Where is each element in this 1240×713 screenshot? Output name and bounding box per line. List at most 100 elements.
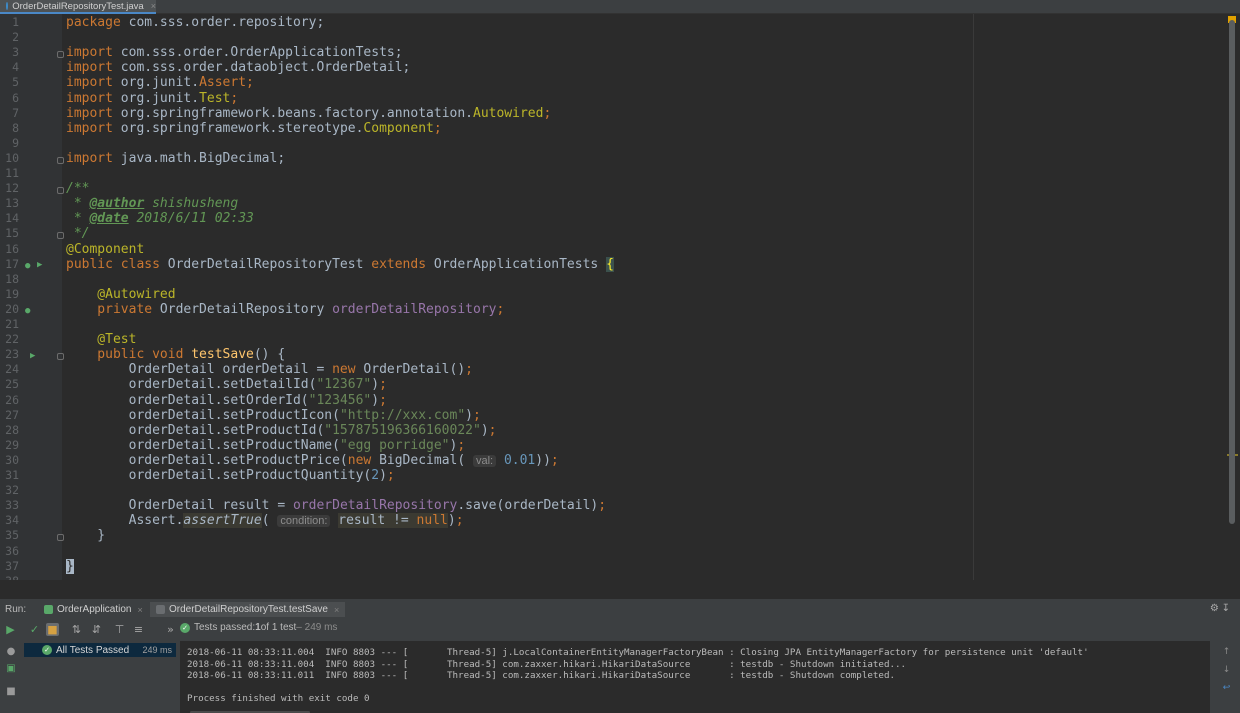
parameter-hint: val:: [473, 455, 497, 467]
fold-marker[interactable]: [57, 187, 64, 194]
run-tab-label: OrderApplication: [57, 604, 132, 615]
line-number: 3: [12, 45, 19, 59]
run-icon[interactable]: ▶: [4, 623, 17, 636]
line-number: 1: [12, 15, 19, 29]
code-token: ;: [433, 121, 442, 136]
close-icon[interactable]: ×: [334, 605, 339, 615]
code-token: ;: [543, 106, 552, 121]
import-tests-icon[interactable]: ▣: [5, 663, 17, 674]
run-tab-order-application[interactable]: OrderApplication ×: [38, 602, 149, 617]
tree-item-all-tests[interactable]: ✓ All Tests Passed 249 ms: [24, 643, 176, 657]
code-token: ;: [465, 362, 473, 377]
code-token: @author: [89, 196, 145, 211]
expand-icon[interactable]: ⊤: [113, 623, 126, 636]
history-icon[interactable]: ■: [5, 686, 17, 697]
soft-wrap-icon[interactable]: ↩: [1221, 683, 1232, 694]
code-token: ;: [457, 438, 466, 453]
file-tab-order-detail-repository-test[interactable]: OrderDetailRepositoryTest.java ×: [0, 0, 156, 14]
code-token: 0.01: [503, 453, 536, 468]
test-toolbar: ▶ ✓ ■ ⇅ ⇵ ⊤ ≡ »: [0, 619, 180, 641]
code-line: import com.sss.order.OrderApplicationTes…: [66, 45, 403, 60]
close-icon[interactable]: ×: [137, 605, 142, 615]
collapse-icon[interactable]: ≡: [132, 623, 145, 636]
fold-marker[interactable]: [57, 157, 64, 164]
code-line: orderDetail.setProductId("15787519636616…: [66, 423, 497, 438]
run-tab-test-save[interactable]: OrderDetailRepositoryTest.testSave ×: [150, 602, 346, 617]
bean-icon[interactable]: ●: [25, 261, 30, 271]
code-token: ;: [455, 513, 464, 528]
code-token: 2018/6/11 02:33: [128, 211, 254, 226]
line-number: 4: [12, 60, 19, 74]
code-token: import: [66, 106, 113, 121]
line-number: 27: [5, 408, 19, 422]
code-token: OrderApplicationTests: [426, 257, 607, 272]
code-token: ;: [473, 408, 481, 423]
editor-scrollbar[interactable]: [1229, 20, 1235, 524]
run-tabs: Run: OrderApplication × OrderDetailRepos…: [0, 599, 1240, 619]
code-line: /**: [66, 181, 89, 196]
line-number: 23: [5, 347, 19, 361]
fold-marker[interactable]: [57, 51, 64, 58]
run-gutter-icon[interactable]: ▶: [37, 260, 42, 270]
code-token: @Autowired: [66, 287, 176, 302]
check-icon: ✓: [42, 645, 52, 655]
fold-marker[interactable]: [57, 534, 64, 541]
code-token: new: [347, 453, 372, 468]
code-line: orderDetail.setProductIcon("http://xxx.c…: [66, 408, 481, 423]
code-token: org.junit.: [112, 91, 200, 106]
line-number: 30: [5, 453, 19, 467]
sort-icon[interactable]: ⇅: [70, 623, 83, 636]
code-token: ): [447, 513, 456, 528]
close-tab-icon[interactable]: ×: [151, 1, 156, 11]
bean-icon[interactable]: ●: [25, 306, 30, 316]
line-number: 31: [5, 468, 19, 482]
spring-app-icon: [44, 605, 53, 614]
line-number: 17: [5, 257, 19, 271]
code-token: com.sss.order.OrderApplicationTests;: [112, 45, 403, 60]
rerun-icon[interactable]: ✓: [28, 623, 41, 636]
code-line: package com.sss.order.repository;: [66, 15, 324, 30]
console-side-toolbar: ↑ ↓ ↩: [1213, 641, 1240, 713]
camera-icon[interactable]: ●: [5, 646, 17, 657]
gear-icon[interactable]: ⚙: [1210, 603, 1219, 614]
code-token: assertTrue: [183, 513, 262, 528]
stop-icon[interactable]: ■: [46, 623, 59, 636]
editor-tab-bar: OrderDetailRepositoryTest.java ×: [0, 0, 1240, 14]
line-number: 12: [5, 181, 19, 195]
line-number: 10: [5, 151, 19, 165]
up-arrow-icon[interactable]: ↑: [1221, 647, 1232, 658]
status-prefix: Tests passed:: [194, 622, 256, 633]
code-token: ): [465, 408, 473, 423]
line-number: 19: [5, 287, 19, 301]
status-duration: – 249 ms: [296, 622, 338, 633]
file-tab-label: OrderDetailRepositoryTest.java: [12, 0, 144, 12]
run-side-toolbar: ● ▣ ■: [0, 641, 22, 713]
run-tool-window: Run: OrderApplication × OrderDetailRepos…: [0, 598, 1240, 713]
console-exit-line: Process finished with exit code 0: [187, 692, 370, 704]
run-gutter-icon[interactable]: ▶: [30, 351, 35, 361]
code-line: orderDetail.setDetailId("12367");: [66, 377, 387, 392]
line-number: 34: [5, 513, 19, 527]
fold-marker[interactable]: [57, 232, 64, 239]
parameter-hint: condition:: [277, 515, 331, 527]
sort-duration-icon[interactable]: ⇵: [90, 623, 103, 636]
test-results-tree: ✓ All Tests Passed 249 ms: [22, 641, 178, 713]
more-icon[interactable]: »: [164, 623, 177, 636]
line-number: 36: [5, 544, 19, 558]
down-arrow-icon[interactable]: ↓: [1221, 665, 1232, 676]
code-area[interactable]: package com.sss.order.repository; import…: [66, 14, 1240, 580]
java-class-icon: [6, 2, 9, 10]
code-editor[interactable]: 1 2 3 4 5 6 7 8 9 10 11 12 13 14 15 16 1…: [0, 14, 1240, 580]
line-number: 11: [5, 166, 19, 180]
code-token: shishusheng: [144, 196, 239, 211]
code-line: private OrderDetailRepository orderDetai…: [66, 302, 504, 317]
code-token: OrderDetail orderDetail =: [66, 362, 333, 377]
pin-icon[interactable]: ↧: [1222, 603, 1230, 614]
console-output[interactable]: 2018-06-11 08:33:11.004 INFO 8803 --- [ …: [180, 641, 1210, 713]
fold-marker[interactable]: [57, 353, 64, 360]
line-number: 9: [12, 136, 19, 150]
code-token: *: [66, 196, 90, 211]
code-token: Assert: [199, 75, 247, 90]
line-number: 25: [5, 377, 19, 391]
